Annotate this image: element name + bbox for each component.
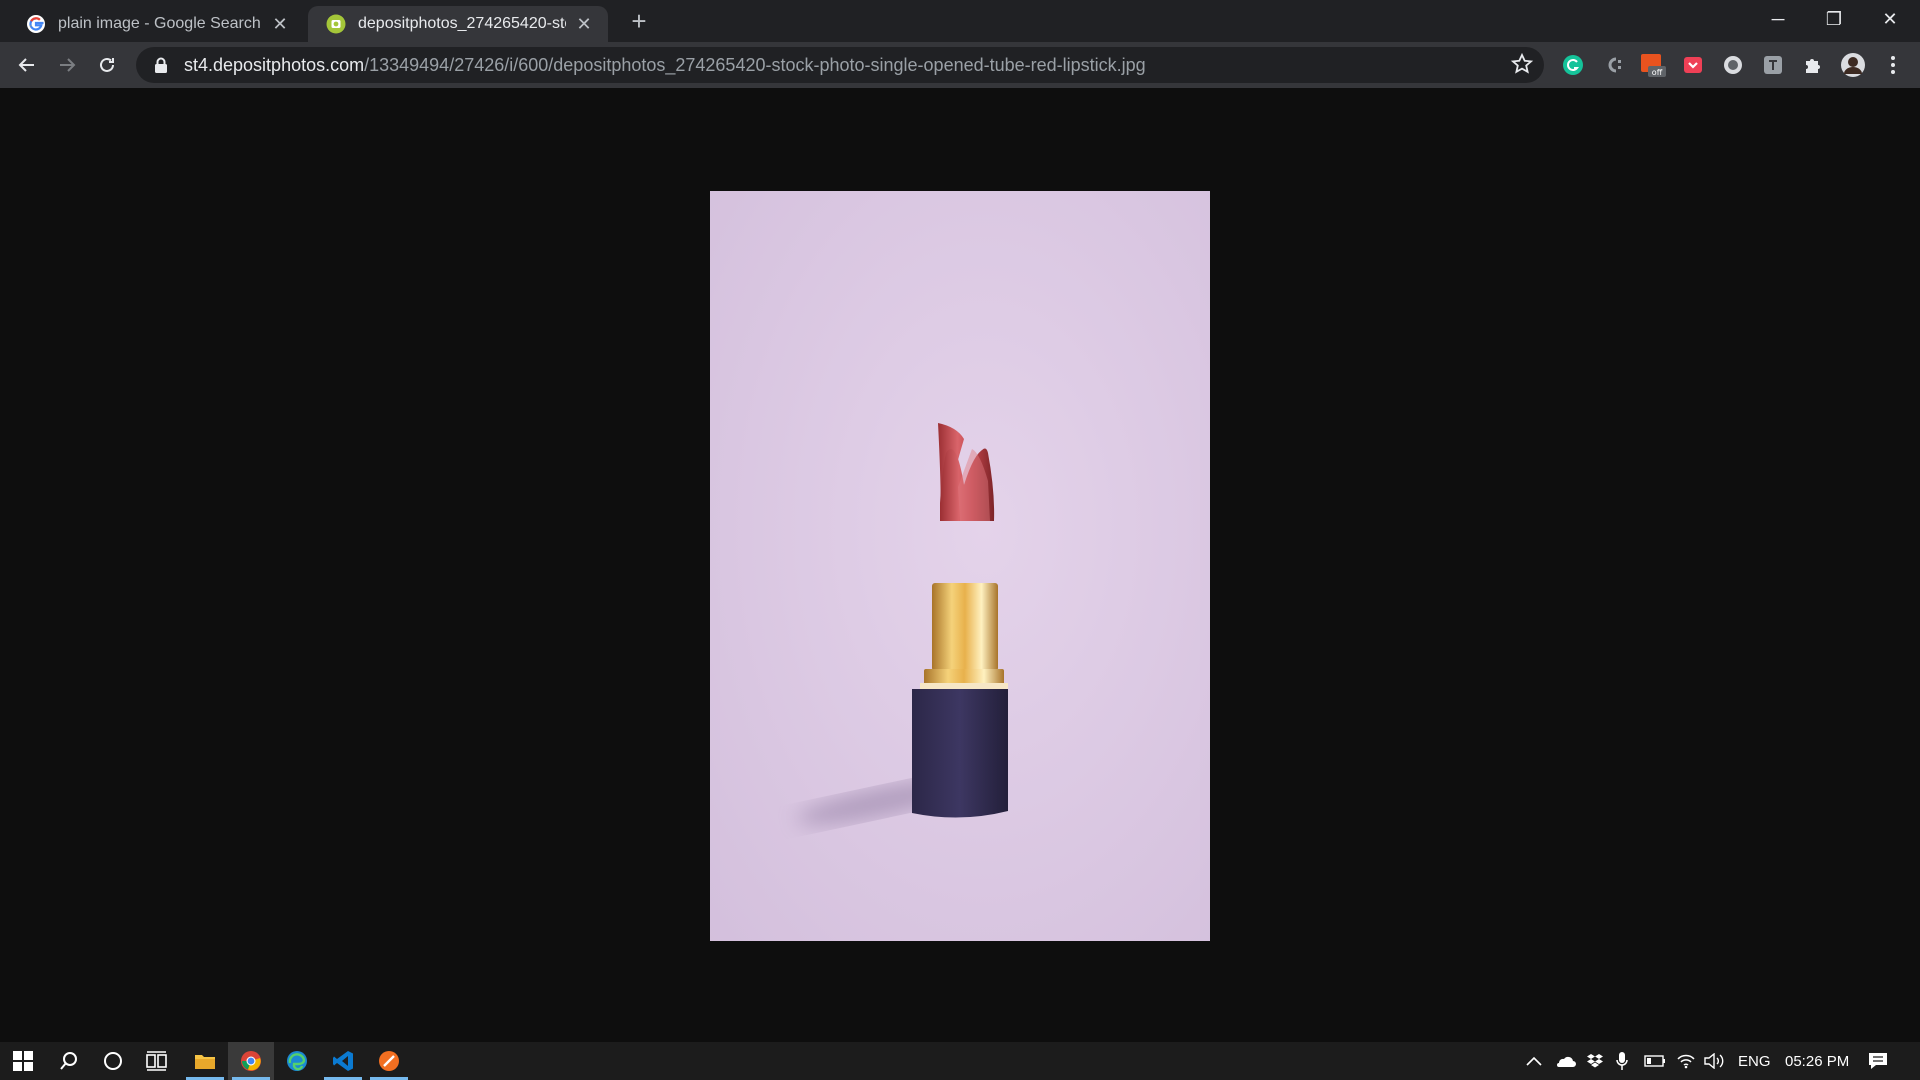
cortana-icon[interactable] (90, 1042, 136, 1080)
new-tab-button[interactable]: + (624, 7, 654, 37)
chevron-up-icon (1526, 1056, 1542, 1066)
browser-toolbar: st4.depositphotos.com/13349494/27426/i/6… (0, 42, 1920, 88)
arrow-right-icon (60, 58, 76, 72)
page-viewport (0, 88, 1920, 1042)
reload-button[interactable] (92, 50, 122, 80)
task-view-icon[interactable] (134, 1042, 180, 1080)
app-orange-icon[interactable] (366, 1042, 412, 1080)
wifi-icon[interactable] (1676, 1042, 1696, 1080)
close-icon[interactable]: ✕ (270, 14, 290, 35)
url-host: st4.depositphotos.com (184, 54, 365, 75)
windows-taskbar: ENG 05:26 PM (0, 1042, 1920, 1080)
c-extension-icon[interactable] (1600, 52, 1626, 78)
back-button[interactable] (12, 50, 42, 80)
edge-icon[interactable] (274, 1042, 320, 1080)
windows-start-icon[interactable] (0, 1042, 46, 1080)
clock[interactable]: 05:26 PM (1785, 1042, 1849, 1080)
language-indicator[interactable]: ENG (1738, 1042, 1771, 1080)
lipstick-photo[interactable] (710, 191, 1210, 941)
volume-icon[interactable] (1704, 1042, 1726, 1080)
search-icon[interactable] (46, 1042, 92, 1080)
tab-title: depositphotos_274265420-stock (358, 15, 566, 32)
restore-button[interactable]: ❐ (1806, 0, 1862, 40)
off-badge-extension-icon[interactable]: off (1640, 52, 1666, 78)
puzzle-extensions-icon[interactable] (1800, 52, 1826, 78)
battery-icon[interactable] (1644, 1042, 1666, 1080)
dropbox-icon[interactable] (1586, 1042, 1604, 1080)
profile-avatar-icon[interactable] (1840, 52, 1866, 78)
depositphotos-icon (326, 14, 346, 34)
address-bar[interactable]: st4.depositphotos.com/13349494/27426/i/6… (136, 47, 1544, 83)
lipstick-image (710, 191, 1210, 941)
grammarly-icon[interactable] (1560, 52, 1586, 78)
arrow-left-icon (18, 58, 34, 72)
svg-text:off: off (1652, 68, 1663, 77)
record-icon[interactable] (1720, 52, 1746, 78)
forward-button[interactable] (52, 50, 82, 80)
vscode-icon[interactable] (320, 1042, 366, 1080)
kebab-menu-icon[interactable] (1880, 52, 1906, 78)
tab-title: plain image - Google Search (58, 15, 261, 32)
tab-strip: plain image - Google Search ✕ depositpho… (0, 0, 1920, 42)
reload-icon (100, 57, 114, 72)
close-window-button[interactable]: ✕ (1862, 0, 1918, 40)
close-icon[interactable]: ✕ (574, 14, 594, 35)
pocket-icon[interactable] (1680, 52, 1706, 78)
bookmark-star-icon[interactable] (1510, 52, 1534, 81)
tab-google-search[interactable]: plain image - Google Search ✕ (8, 6, 304, 42)
lock-icon (155, 57, 167, 73)
file-explorer-icon[interactable] (182, 1042, 228, 1080)
microphone-icon[interactable] (1616, 1042, 1628, 1080)
translate-icon[interactable] (1760, 52, 1786, 78)
onedrive-icon[interactable] (1554, 1042, 1576, 1080)
minimize-button[interactable]: ─ (1750, 0, 1806, 40)
google-g-icon (26, 14, 46, 34)
notifications-icon[interactable] (1868, 1042, 1888, 1080)
tab-depositphotos[interactable]: depositphotos_274265420-stock ✕ (308, 6, 608, 42)
chrome-icon[interactable] (228, 1042, 274, 1080)
show-hidden-icons[interactable] (1526, 1042, 1542, 1080)
url-path: /13349494/27426/i/600/depositphotos_2742… (364, 54, 1146, 75)
